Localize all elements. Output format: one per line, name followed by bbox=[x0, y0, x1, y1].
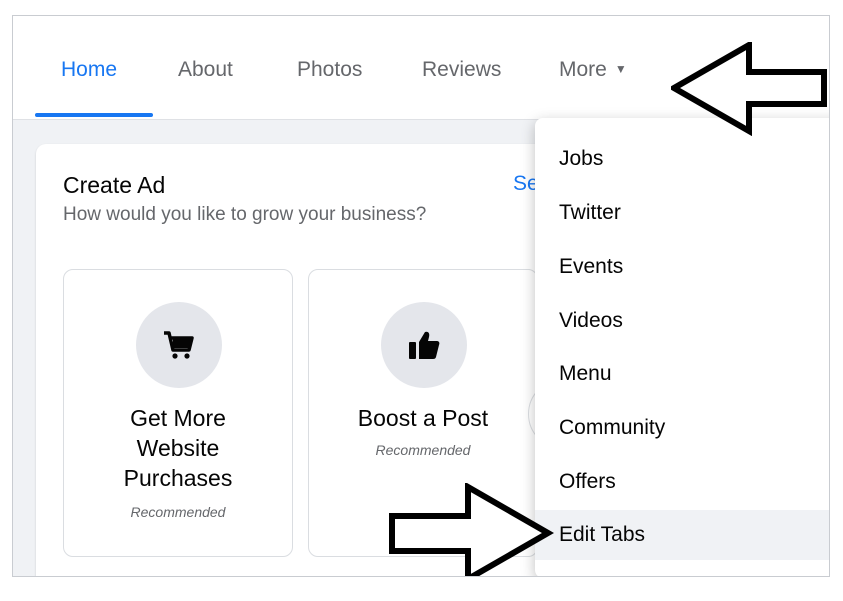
ad-option-website-purchases[interactable]: Get More Website Purchases Recommended bbox=[63, 269, 293, 557]
menu-item-events[interactable]: Events bbox=[535, 242, 829, 292]
caret-down-icon: ▼ bbox=[614, 62, 627, 76]
thumbs-up-icon bbox=[381, 302, 467, 388]
menu-item-community[interactable]: Community bbox=[535, 403, 829, 453]
more-dropdown-menu: Jobs Twitter Events Videos Menu Communit… bbox=[535, 118, 829, 576]
tab-reviews[interactable]: Reviews bbox=[422, 58, 501, 82]
create-ad-title: Create Ad bbox=[63, 172, 166, 198]
menu-item-edit-tabs[interactable]: Edit Tabs bbox=[535, 510, 829, 560]
ad-option-title-line: Website bbox=[136, 435, 220, 461]
menu-item-menu[interactable]: Menu bbox=[535, 349, 829, 399]
annotation-arrow-left-icon bbox=[671, 42, 827, 136]
menu-item-twitter[interactable]: Twitter bbox=[535, 188, 829, 238]
recommended-badge: Recommended bbox=[130, 504, 226, 520]
ad-option-title-line: Purchases bbox=[123, 465, 233, 491]
menu-item-jobs[interactable]: Jobs bbox=[535, 134, 829, 184]
cart-icon bbox=[136, 302, 222, 388]
tab-more[interactable]: More ▼ bbox=[559, 58, 627, 82]
tab-more-label: More bbox=[559, 58, 607, 81]
tab-photos[interactable]: Photos bbox=[297, 58, 362, 82]
menu-item-offers[interactable]: Offers bbox=[535, 457, 829, 507]
tab-about[interactable]: About bbox=[178, 58, 233, 82]
ad-option-title: Boost a Post bbox=[357, 405, 489, 431]
menu-item-videos[interactable]: Videos bbox=[535, 296, 829, 346]
recommended-badge: Recommended bbox=[375, 442, 471, 458]
annotation-arrow-right-icon bbox=[389, 483, 554, 576]
active-tab-indicator bbox=[35, 113, 153, 117]
ad-option-title-line: Get More bbox=[130, 405, 226, 431]
create-ad-subtitle: How would you like to grow your business… bbox=[63, 204, 427, 225]
tab-home[interactable]: Home bbox=[61, 58, 117, 82]
ad-option-title: Get More Website Purchases bbox=[64, 403, 292, 493]
screenshot-frame: Home About Photos Reviews More ▼ Create A… bbox=[12, 15, 830, 577]
